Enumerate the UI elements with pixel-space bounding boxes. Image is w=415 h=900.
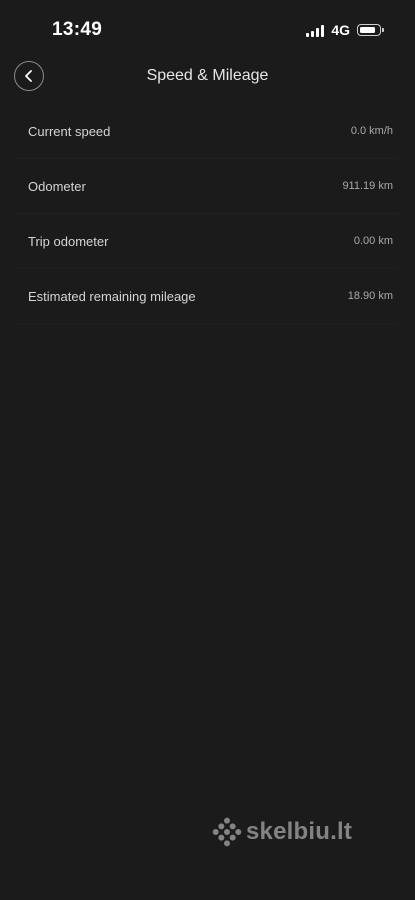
status-time: 13:49 <box>52 19 103 40</box>
row-estimated-remaining-mileage: Estimated remaining mileage 18.90 km <box>16 269 399 324</box>
battery-icon <box>357 24 384 36</box>
info-list: Current speed 0.0 km/h Odometer 911.19 k… <box>0 104 415 324</box>
row-value: 0.0 km/h <box>350 125 393 137</box>
row-label: Odometer <box>28 179 86 194</box>
row-value: 911.19 km <box>342 180 393 192</box>
status-indicators: 4G <box>306 22 384 38</box>
page-title: Speed & Mileage <box>146 67 269 84</box>
row-label: Current speed <box>28 124 111 139</box>
row-value: 18.90 km <box>347 290 393 302</box>
row-current-speed: Current speed 0.0 km/h <box>16 104 399 159</box>
row-odometer: Odometer 911.19 km <box>16 159 399 214</box>
watermark: skelbiu.lt <box>211 816 353 848</box>
status-bar: 13:49 4G <box>0 0 415 56</box>
battery-level-fill <box>359 26 375 33</box>
row-value: 0.00 km <box>353 235 393 247</box>
row-label: Trip odometer <box>28 234 109 249</box>
signal-bars-icon <box>306 24 325 37</box>
watermark-text: skelbiu.lt <box>246 818 353 845</box>
header: Speed & Mileage <box>0 56 415 96</box>
row-label: Estimated remaining mileage <box>28 289 196 304</box>
watermark-logo-icon <box>211 816 243 848</box>
network-type: 4G <box>331 22 350 38</box>
row-trip-odometer: Trip odometer 0.00 km <box>16 214 399 269</box>
